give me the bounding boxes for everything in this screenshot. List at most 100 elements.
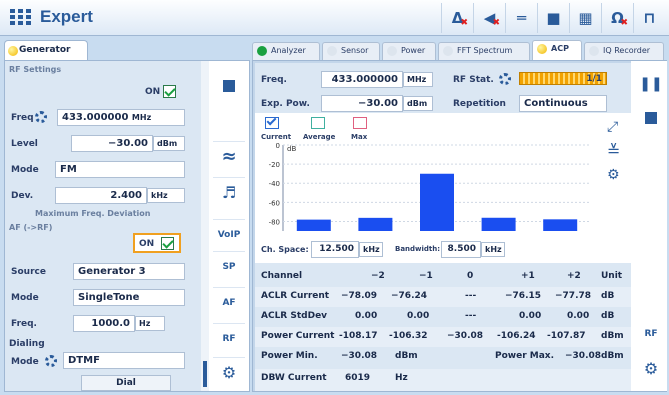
tab-analyzer[interactable]: Analyzer — [252, 42, 320, 60]
repetition-select[interactable]: Continuous — [519, 95, 607, 112]
max-deviation-caption: Maximum Freq. Deviation — [35, 209, 151, 218]
sp-button[interactable]: SP — [213, 251, 245, 281]
ohm-icon[interactable]: Ω ✖ — [601, 3, 633, 33]
modulation-button[interactable]: ≈ — [213, 141, 245, 171]
status-led-icon — [8, 46, 18, 56]
audio-button[interactable]: ♬ — [213, 177, 245, 207]
gears-icon: ⚙ — [221, 363, 237, 382]
chart-settings-icon[interactable]: ⚙ — [607, 167, 620, 183]
bandwidth-field[interactable]: 8.500 — [441, 241, 481, 258]
acp-freq-label: Freq. — [261, 75, 287, 85]
layout-icon[interactable]: ▦ — [569, 3, 601, 33]
y-tick-label: -20 — [269, 161, 280, 169]
pause-icon: ❚❚ — [639, 76, 663, 92]
rf-on-label: ON — [145, 87, 161, 97]
freq-field[interactable]: 433.000000 MHz — [57, 109, 185, 126]
y-axis-label: dB — [287, 145, 296, 153]
app-title: Expert — [40, 7, 93, 26]
af-freq-field[interactable]: 1000.0 — [73, 315, 135, 332]
voip-button[interactable]: VoIP — [213, 219, 245, 249]
acp-stop-button[interactable] — [635, 103, 667, 133]
dial-mode-select[interactable]: DTMF — [63, 352, 185, 369]
power-min-max-row: Power Min. −30.08 dBm Power Max. −30.08 … — [255, 347, 631, 369]
acp-freq-unit[interactable]: MHz — [403, 72, 433, 87]
app-menu-icon[interactable] — [10, 9, 32, 26]
power-led-icon — [387, 46, 397, 56]
af-freq-unit[interactable]: Hz — [135, 316, 165, 331]
top-bar: Expert Δ ✖ ◀ ✖ ═ ■ ▦ Ω ✖ ⊓ — [0, 0, 669, 36]
mode-select[interactable]: FM — [55, 161, 185, 178]
bar-0 — [420, 173, 454, 231]
af-heading: AF (->RF) — [9, 223, 53, 232]
level-unit[interactable]: dBm — [153, 136, 185, 151]
bandwidth-unit[interactable]: kHz — [481, 242, 505, 257]
acp-rf-generator-button[interactable]: RF — [635, 319, 667, 349]
y-tick-label: 0 — [276, 142, 280, 150]
tab-power[interactable]: Power — [382, 42, 436, 60]
dev-unit[interactable]: kHz — [147, 188, 185, 203]
acp-settings-button[interactable]: ⚙ — [635, 353, 667, 383]
rf-stat-icon[interactable] — [499, 73, 511, 85]
dev-field[interactable]: 2.400 — [55, 187, 147, 204]
acp-chart: Current Average Max dB 0 -20 -40 -60 -80 Ch. … — [255, 113, 631, 263]
tab-fft-spectrum[interactable]: FFT Spectrum — [438, 42, 530, 60]
stop-icon — [223, 80, 235, 92]
fft-led-icon — [443, 46, 453, 56]
rf-generator-button[interactable]: RF — [213, 323, 245, 353]
attenuator-icon[interactable]: ═ — [505, 3, 537, 33]
mute-icon[interactable]: ◀ ✖ — [473, 3, 505, 33]
ch-space-field[interactable]: 12.500 — [311, 241, 359, 258]
tab-iq-recorder[interactable]: IQ Recorder — [584, 42, 664, 60]
rf-on-checkbox[interactable] — [163, 85, 176, 98]
freq-settings-icon[interactable] — [35, 111, 47, 123]
af-generator-button[interactable]: AF — [213, 287, 245, 317]
y-tick-label: -40 — [269, 180, 280, 188]
dial-button[interactable]: Dial — [81, 375, 171, 391]
level-label: Level — [11, 139, 38, 149]
delta-marker-icon[interactable]: Δ ✖ — [441, 3, 473, 33]
source-select[interactable]: Generator 3 — [73, 263, 185, 280]
bar--1 — [358, 217, 393, 231]
tab-generator[interactable]: Generator — [4, 40, 88, 60]
sensor-led-icon — [327, 46, 337, 56]
y-tick-label: -60 — [269, 199, 280, 207]
average-legend-checkbox[interactable] — [311, 117, 325, 129]
acp-freq-field[interactable]: 433.000000 — [321, 71, 403, 88]
bar-+2 — [543, 219, 578, 231]
stop-icon — [645, 112, 657, 124]
acp-panel: Freq. 433.000000 MHz RF Stat. 1/1 Exp. P… — [255, 63, 631, 391]
generator-scrollbar[interactable] — [201, 61, 209, 391]
generator-pane: Generator RF Settings ON Freq 433.000000… — [4, 40, 250, 392]
music-note-icon: ♬ — [221, 183, 237, 202]
af-on-toggle[interactable]: ON — [133, 233, 181, 253]
mode-label: Mode — [11, 165, 39, 175]
settings-button[interactable]: ⚙ — [213, 357, 245, 387]
ch-space-unit[interactable]: kHz — [359, 242, 383, 257]
table-header: Channel −2 −1 0 +1 +2 Unit — [255, 267, 631, 287]
trigger-icon[interactable]: ⊓ — [633, 3, 665, 33]
max-legend-checkbox[interactable] — [353, 117, 367, 129]
af-mode-label: Mode — [11, 293, 39, 303]
table-row: ACLR Current −78.09 −76.24 --- −76.15 −7… — [255, 287, 631, 307]
dev-label: Dev. — [11, 191, 34, 201]
exp-pow-unit[interactable]: dBm — [403, 96, 433, 111]
dial-settings-icon[interactable] — [45, 355, 57, 367]
modulation-wave-icon: ≈ — [221, 146, 237, 167]
bandwidth-label: Bandwidth: — [395, 245, 441, 253]
tab-sensor[interactable]: Sensor — [322, 42, 380, 60]
iq-led-icon — [589, 46, 599, 56]
tab-acp[interactable]: ACP — [532, 40, 582, 60]
af-mode-select[interactable]: SingleTone — [73, 289, 185, 306]
exp-pow-field[interactable]: −30.00 — [321, 95, 403, 112]
trace-mode-icon[interactable]: ≚ — [607, 141, 620, 160]
source-label: Source — [11, 267, 46, 277]
af-on-checkbox[interactable] — [161, 237, 174, 250]
pause-button[interactable]: ❚❚ — [635, 69, 667, 99]
stop-button[interactable] — [213, 71, 245, 101]
level-field[interactable]: −30.00 — [71, 135, 153, 152]
expand-icon[interactable]: ⤢ — [607, 119, 618, 135]
generator-scroll-thumb[interactable] — [203, 361, 207, 387]
rf-settings-heading: RF Settings — [9, 65, 62, 74]
stop-icon[interactable]: ■ — [537, 3, 569, 33]
analyzer-led-icon — [257, 46, 267, 56]
